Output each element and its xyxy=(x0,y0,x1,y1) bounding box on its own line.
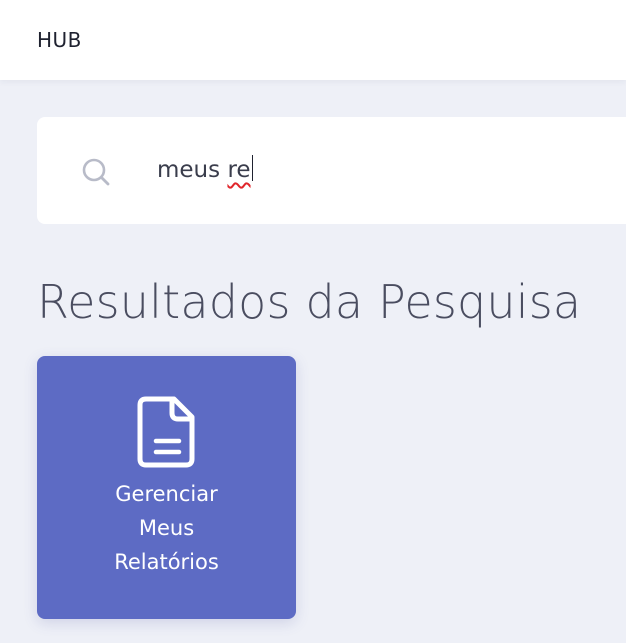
results-title: Resultados da Pesquisa xyxy=(37,275,582,329)
top-bar: HUB xyxy=(0,0,626,80)
search-box[interactable] xyxy=(37,117,626,224)
result-card-label: Gerenciar Meus Relatórios xyxy=(37,477,296,579)
card-label-line: Gerenciar xyxy=(115,482,218,506)
card-label-line: Meus xyxy=(138,516,195,540)
result-card-manage-reports[interactable]: Gerenciar Meus Relatórios xyxy=(37,356,296,619)
search-text-misspelled: re xyxy=(227,157,251,183)
search-icon xyxy=(82,158,110,186)
brand-logo-text[interactable]: HUB xyxy=(37,27,82,53)
search-input[interactable]: meus re xyxy=(157,154,253,186)
card-label-line: Relatórios xyxy=(114,550,219,574)
text-caret xyxy=(251,155,253,181)
document-icon xyxy=(137,396,195,468)
search-text-plain: meus xyxy=(157,157,228,183)
